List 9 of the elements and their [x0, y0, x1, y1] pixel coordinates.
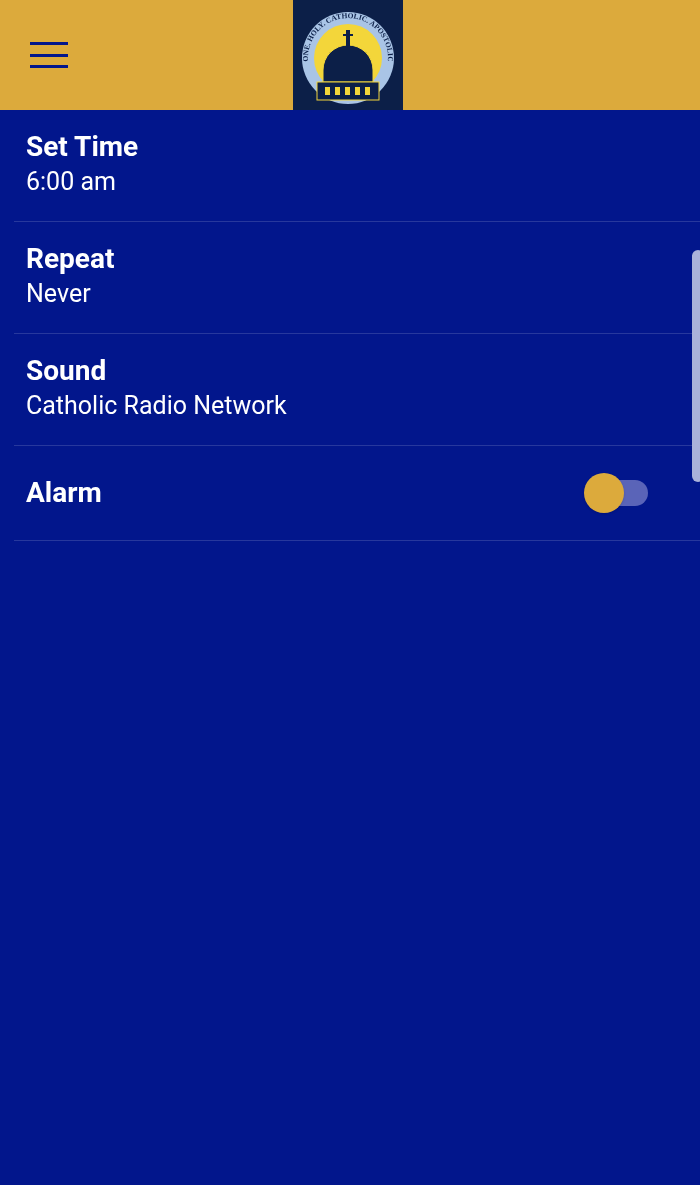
toggle-switch[interactable] — [584, 473, 648, 513]
setting-value[interactable]: Never — [26, 278, 648, 310]
menu-icon[interactable] — [30, 42, 68, 68]
setting-title: Set Time — [26, 130, 140, 164]
setting-value[interactable]: Catholic Radio Network — [26, 390, 648, 422]
setting-title: Repeat — [26, 242, 116, 276]
setting-value[interactable]: 6:00 am — [26, 166, 648, 198]
setting-title: Sound — [26, 354, 108, 388]
setting-title: Alarm — [26, 476, 102, 510]
